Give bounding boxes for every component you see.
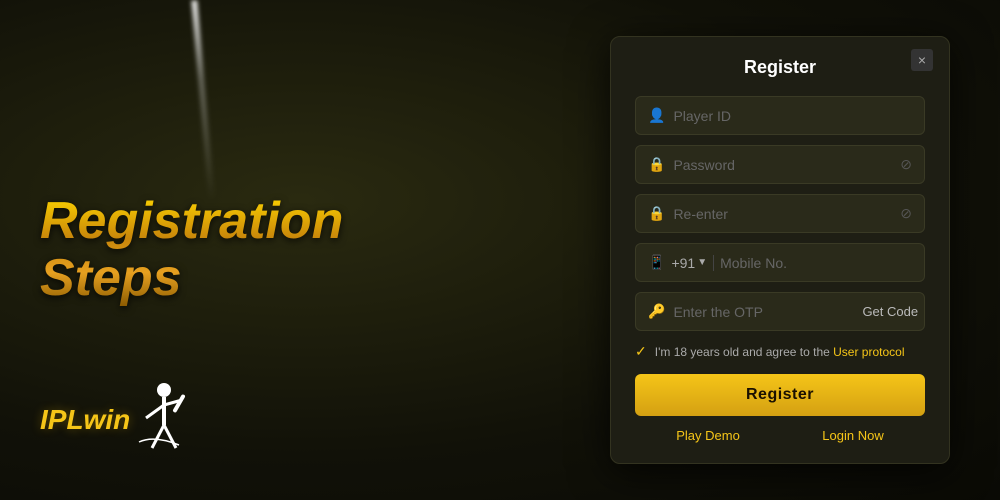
agreement-row: ✓ I'm 18 years old and agree to the User… xyxy=(635,343,925,360)
password-input[interactable] xyxy=(673,157,892,173)
get-code-button[interactable]: Get Code xyxy=(862,304,918,319)
password-field: 🔒 ⊘ xyxy=(635,145,925,184)
chevron-down-icon: ▼ xyxy=(697,257,707,268)
register-modal: Register × 👤 🔒 ⊘ 🔒 ⊘ 📱 +91 ▼ 🔑 Get Code … xyxy=(610,36,950,464)
register-button[interactable]: Register xyxy=(635,374,925,416)
otp-input[interactable] xyxy=(673,304,854,320)
user-icon: 👤 xyxy=(648,107,665,124)
reenter-field: 🔒 ⊘ xyxy=(635,194,925,233)
close-button[interactable]: × xyxy=(911,49,933,71)
mobile-input[interactable] xyxy=(720,255,912,271)
left-section: Registration Steps xyxy=(40,193,343,307)
modal-title: Register xyxy=(744,57,816,78)
user-protocol-link[interactable]: User protocol xyxy=(833,345,904,359)
player-id-input[interactable] xyxy=(673,108,912,124)
key-icon: 🔑 xyxy=(648,303,665,320)
country-code-value: +91 xyxy=(671,255,695,271)
agreement-text: I'm 18 years old and agree to the User p… xyxy=(655,345,905,359)
otp-field: 🔑 Get Code xyxy=(635,292,925,331)
phone-field: 📱 +91 ▼ xyxy=(635,243,925,282)
lock-icon-reenter: 🔒 xyxy=(648,205,665,222)
modal-header: Register × xyxy=(635,57,925,78)
country-code-selector[interactable]: +91 ▼ xyxy=(671,255,714,271)
eye-icon-reenter[interactable]: ⊘ xyxy=(900,205,912,222)
logo-text: IPLwin xyxy=(40,404,130,436)
reenter-input[interactable] xyxy=(673,206,892,222)
lock-icon: 🔒 xyxy=(648,156,665,173)
cricket-player-icon xyxy=(134,380,194,460)
play-demo-button[interactable]: Play Demo xyxy=(676,428,740,443)
phone-icon: 📱 xyxy=(648,254,665,271)
player-id-field: 👤 xyxy=(635,96,925,135)
logo-section: IPLwin xyxy=(40,380,194,460)
registration-title: Registration Steps xyxy=(40,193,343,307)
eye-icon[interactable]: ⊘ xyxy=(900,156,912,173)
login-now-button[interactable]: Login Now xyxy=(822,428,883,443)
bottom-links: Play Demo Login Now xyxy=(635,428,925,443)
check-icon: ✓ xyxy=(635,343,647,360)
